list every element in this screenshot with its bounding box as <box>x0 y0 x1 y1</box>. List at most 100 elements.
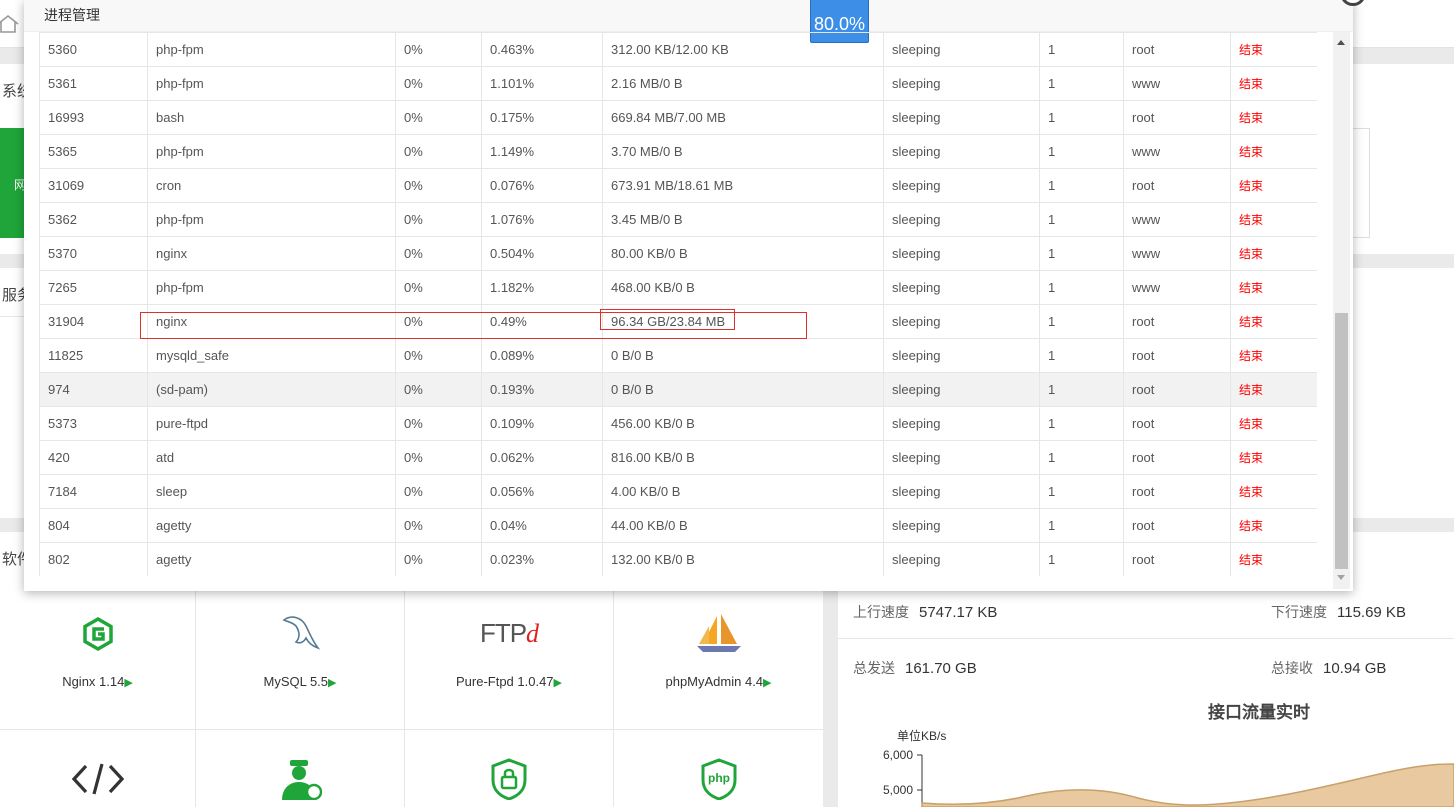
software-item-nginx[interactable]: Nginx 1.14▶ <box>0 590 196 730</box>
name-cell: mysqld_safe <box>147 338 396 373</box>
user-cell: root <box>1123 32 1231 67</box>
io-cell: 673.91 MB/18.61 MB <box>602 168 884 203</box>
kill-process-link[interactable]: 结束 <box>1230 440 1317 475</box>
side-box <box>1352 128 1370 238</box>
pid-cell: 31904 <box>39 304 148 339</box>
table-row: 7184 sleep 0% 0.056% 4.00 KB/0 Bsleeping 1 roo… <box>39 474 1317 509</box>
threads-cell: 1 <box>1039 440 1124 475</box>
scroll-up-arrow[interactable] <box>1337 40 1345 45</box>
cpu-cell: 0% <box>395 542 482 576</box>
name-cell: sleep <box>147 474 396 509</box>
mem-cell: 0.076% <box>481 168 603 203</box>
name-cell: php-fpm <box>147 270 396 305</box>
mem-cell: 0.463% <box>481 32 603 67</box>
kill-process-link[interactable]: 结束 <box>1230 270 1317 305</box>
total-sent-value: 161.70 GB <box>905 660 977 677</box>
user-cell: root <box>1123 338 1231 373</box>
kill-process-link[interactable]: 结束 <box>1230 66 1317 101</box>
cpu-cell: 0% <box>395 134 482 169</box>
name-cell: php-fpm <box>147 134 396 169</box>
software-item-admin[interactable] <box>196 730 405 807</box>
name-cell: php-fpm <box>147 202 396 237</box>
software-item-code[interactable] <box>0 730 196 807</box>
threads-cell: 1 <box>1039 32 1124 67</box>
kill-process-link[interactable]: 结束 <box>1230 236 1317 271</box>
pid-cell: 5373 <box>39 406 148 441</box>
mem-cell: 1.076% <box>481 202 603 237</box>
kill-process-link[interactable]: 结束 <box>1230 202 1317 237</box>
cpu-cell: 0% <box>395 32 482 67</box>
table-row: 802 agetty 0% 0.023% 132.00 KB/0 Bsleeping 1 r… <box>39 542 1317 576</box>
status-cell: sleeping <box>883 440 1040 475</box>
play-icon[interactable]: ▶ <box>763 677 771 689</box>
kill-process-link[interactable]: 结束 <box>1230 542 1317 576</box>
threads-cell: 1 <box>1039 474 1124 509</box>
io-cell: 3.70 MB/0 B <box>602 134 884 169</box>
kill-process-link[interactable]: 结束 <box>1230 32 1317 67</box>
status-cell: sleeping <box>883 236 1040 271</box>
website-tile[interactable]: 网 <box>0 128 26 238</box>
table-row: 5373 pure-ftpd 0% 0.109% 456.00 KB/0 Bsleepi… <box>39 406 1317 441</box>
scroll-down-arrow[interactable] <box>1337 575 1345 580</box>
software-item-pureftpd[interactable]: FTPd Pure-Ftpd 1.0.47▶ <box>405 590 614 730</box>
kill-process-link[interactable]: 结束 <box>1230 406 1317 441</box>
table-row: 5362 php-fpm 0% 1.076% 3.45 MB/0 Bsleeping 1 w… <box>39 202 1317 237</box>
nginx-icon <box>82 616 113 652</box>
kill-process-link[interactable]: 结束 <box>1230 134 1317 169</box>
software-name: Pure-Ftpd 1.0.47 <box>455 674 554 689</box>
user-cell: www <box>1123 66 1231 101</box>
ftpd-icon: FTPd <box>480 618 539 649</box>
status-cell: sleeping <box>883 270 1040 305</box>
pid-cell: 7184 <box>39 474 148 509</box>
cpu-cell: 0% <box>395 270 482 305</box>
close-icon[interactable] <box>1340 0 1366 6</box>
threads-cell: 1 <box>1039 66 1124 101</box>
traffic-chart <box>917 754 1454 807</box>
kill-process-link[interactable]: 结束 <box>1230 304 1317 339</box>
kill-process-link[interactable]: 结束 <box>1230 100 1317 135</box>
download-speed: 下行速度 115.69 KB <box>1271 602 1406 622</box>
software-item-mysql[interactable]: MySQL 5.5▶ <box>196 590 405 730</box>
annotation-box-io <box>600 309 735 330</box>
kill-process-link[interactable]: 结束 <box>1230 168 1317 203</box>
mem-cell: 0.089% <box>481 338 603 373</box>
status-cell: sleeping <box>883 202 1040 237</box>
threads-cell: 1 <box>1039 270 1124 305</box>
cpu-cell: 0% <box>395 508 482 543</box>
kill-process-link[interactable]: 结束 <box>1230 338 1317 373</box>
php-logo-text: php <box>708 771 730 785</box>
play-icon[interactable]: ▶ <box>328 677 336 689</box>
play-icon[interactable]: ▶ <box>124 677 132 689</box>
scrollbar[interactable] <box>1333 32 1350 589</box>
upload-speed-label: 上行速度 <box>853 604 909 620</box>
status-cell: sleeping <box>883 542 1040 576</box>
process-table: 5360 php-fpm 0% 0.463% 312.00 KB/12.00 KB sle… <box>39 32 1317 576</box>
io-cell: 132.00 KB/0 B <box>602 542 884 576</box>
mem-cell: 0.193% <box>481 372 603 407</box>
software-item-php[interactable]: php <box>614 730 823 807</box>
table-row: 5361 php-fpm 0% 1.101% 2.16 MB/0 Bsleeping 1 w… <box>39 66 1317 101</box>
table-row: 11825 mysqld_safe 0% 0.089% 0 B/0 Bsleeping 1… <box>39 338 1317 373</box>
threads-cell: 1 <box>1039 406 1124 441</box>
pid-cell: 5361 <box>39 66 148 101</box>
home-icon[interactable] <box>0 14 20 34</box>
software-item-security[interactable] <box>405 730 614 807</box>
pid-cell: 16993 <box>39 100 148 135</box>
software-panel: Nginx 1.14▶ MySQL 5.5▶ FTPd Pure-Ftpd 1.… <box>0 590 823 807</box>
kill-process-link[interactable]: 结束 <box>1230 508 1317 543</box>
total-sent-label: 总发送 <box>853 660 895 676</box>
table-row: 420 atd 0% 0.062% 816.00 KB/0 Bsleeping 1 root… <box>39 440 1317 475</box>
admin-user-icon <box>282 760 322 800</box>
phpmyadmin-icon <box>696 614 741 652</box>
mysql-icon <box>282 616 321 650</box>
software-item-phpmyadmin[interactable]: phpMyAdmin 4.4▶ <box>614 590 823 730</box>
kill-process-link[interactable]: 结束 <box>1230 474 1317 509</box>
play-icon[interactable]: ▶ <box>554 677 562 689</box>
user-cell: www <box>1123 134 1231 169</box>
mem-cell: 1.101% <box>481 66 603 101</box>
scrollbar-thumb[interactable] <box>1335 313 1348 569</box>
threads-cell: 1 <box>1039 304 1124 339</box>
mem-cell: 1.149% <box>481 134 603 169</box>
mem-cell: 0.504% <box>481 236 603 271</box>
kill-process-link[interactable]: 结束 <box>1230 372 1317 407</box>
